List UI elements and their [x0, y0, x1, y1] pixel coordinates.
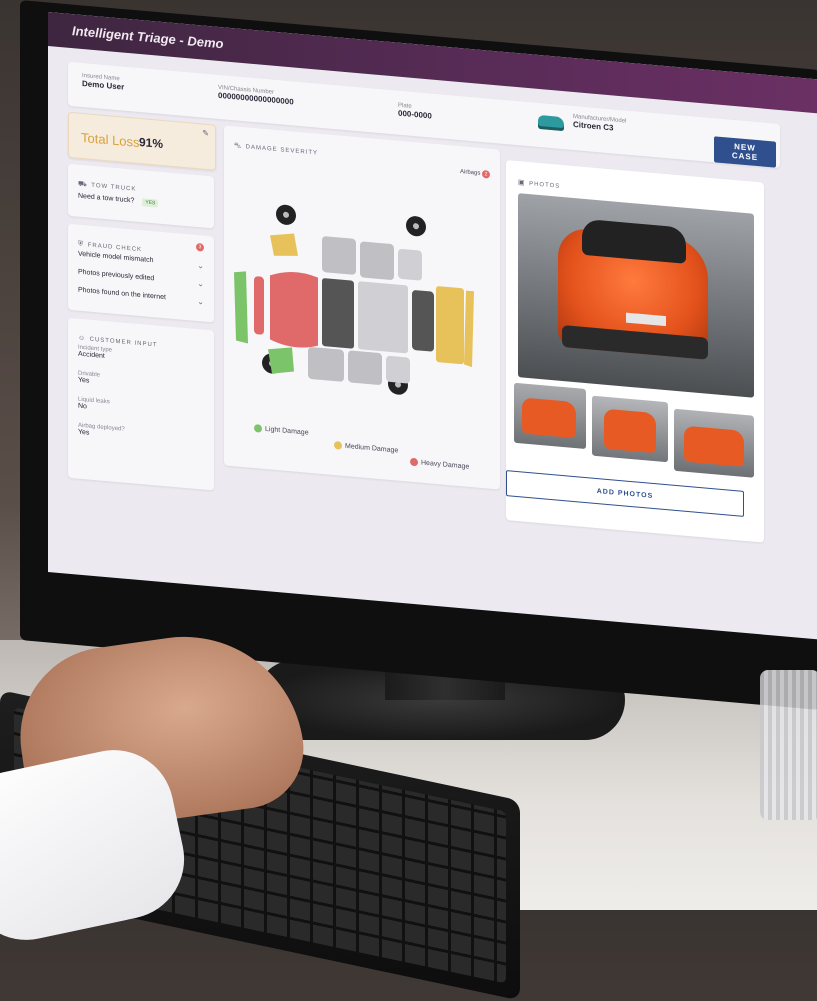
panel-door	[308, 347, 344, 382]
airbags-label: Airbags	[459, 169, 481, 177]
truck-icon: ⛟	[78, 180, 87, 189]
legend-medium: Medium Damage	[334, 441, 398, 455]
legend-heavy: Heavy Damage	[410, 457, 470, 471]
legend-medium-label: Medium Damage	[345, 442, 399, 455]
chevron-down-icon[interactable]: ⌄	[197, 261, 204, 271]
fraud-item[interactable]: Photos found on the internet	[78, 287, 166, 302]
plate-value: 000-0000	[398, 108, 432, 121]
panel-roof	[358, 281, 408, 354]
camera-icon: ▣	[518, 179, 525, 187]
thumb-car	[684, 425, 744, 467]
thumb-car	[604, 408, 656, 454]
main-car-photo[interactable]	[518, 193, 754, 398]
panel-hood	[270, 272, 318, 348]
panel-rear-bumper	[464, 290, 474, 368]
panel-front-left	[270, 233, 298, 256]
panel-front-bumper	[234, 271, 248, 344]
photos-title: PHOTOS	[529, 181, 561, 190]
app-title: Intelligent Triage - Demo	[72, 23, 224, 52]
new-case-button[interactable]: NEW CASE	[714, 136, 776, 168]
legend-light-label: Light Damage	[265, 425, 309, 437]
thumbnail-photo[interactable]	[592, 395, 668, 463]
tow-truck-answer-badge: YES	[142, 198, 159, 208]
fraud-check-card: ⛨ FRAUD CHECK 3 Vehicle model mismatch ⌄…	[68, 223, 214, 323]
fraud-item-label: Photos previously edited	[78, 268, 155, 283]
car-thumbnail-icon	[538, 114, 564, 132]
panel-headlight	[254, 276, 264, 335]
tow-truck-title: TOW TRUCK	[91, 182, 137, 193]
damage-severity-card: ⛍ DAMAGE SEVERITY Airbags 2 Light Damage…	[224, 125, 500, 490]
thumb-car	[522, 397, 576, 439]
user-icon: ☺	[78, 334, 86, 343]
vehicle-damage-diagram	[234, 204, 474, 395]
app-screen: Intelligent Triage - Demo Insured Name D…	[48, 12, 817, 640]
fraud-item[interactable]: Photos previously edited	[78, 269, 154, 283]
legend-light: Light Damage	[254, 424, 309, 437]
fraud-item-label: Photos found on the internet	[78, 286, 166, 302]
total-loss-value: 91%	[139, 134, 164, 152]
panel-tailgate	[436, 286, 464, 365]
panel-windshield	[322, 278, 354, 349]
legend-heavy-label: Heavy Damage	[421, 459, 470, 471]
pen-holder	[760, 670, 817, 820]
shield-icon: ⛨	[78, 240, 84, 249]
panel-rear	[386, 355, 410, 384]
damage-severity-title: DAMAGE SEVERITY	[245, 144, 319, 157]
panel-front-right	[268, 347, 294, 374]
legend-light-dot	[254, 424, 262, 433]
fraud-count-badge: 3	[196, 242, 204, 252]
chevron-down-icon[interactable]: ⌄	[197, 279, 204, 289]
edit-icon[interactable]: ✎	[202, 128, 209, 138]
total-loss-card: Total Loss 91% ✎	[68, 111, 216, 171]
legend-heavy-dot	[410, 457, 418, 467]
car-icon: ⛍	[234, 142, 242, 150]
panel-rear	[398, 248, 422, 281]
customer-input-card: ☺ CUSTOMER INPUT Incident type Accident …	[68, 317, 214, 491]
panel-door	[348, 350, 382, 385]
panel-door	[322, 236, 356, 275]
chevron-down-icon[interactable]: ⌄	[197, 297, 204, 307]
airbags-count-badge: 2	[482, 169, 490, 179]
panel-door	[360, 241, 394, 280]
thumbnail-photo[interactable]	[514, 382, 586, 450]
panel-rear-window	[412, 290, 434, 352]
legend-medium-dot	[334, 441, 342, 450]
thumbnail-photo[interactable]	[674, 408, 754, 478]
tow-truck-card: ⛟ TOW TRUCK Need a tow truck? YES	[68, 163, 214, 229]
total-loss-label: Total Loss	[81, 129, 140, 151]
